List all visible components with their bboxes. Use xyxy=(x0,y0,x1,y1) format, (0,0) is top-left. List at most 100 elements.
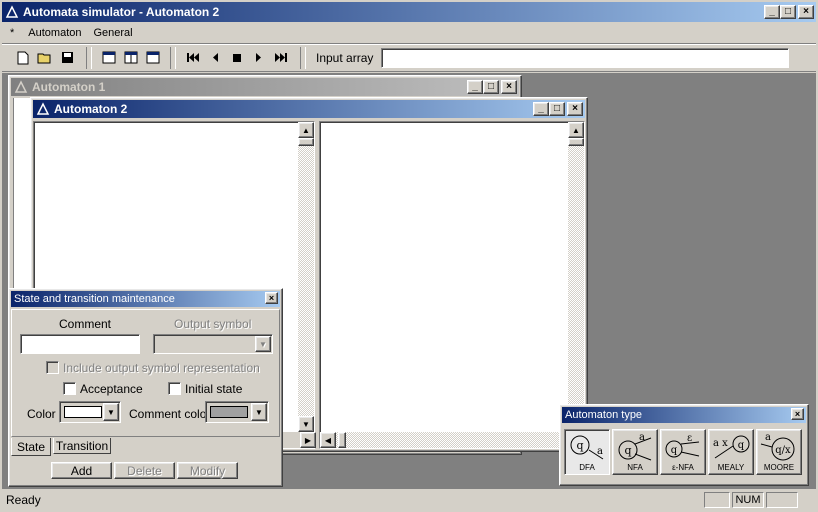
automaton2-maximize-button[interactable]: □ xyxy=(549,102,565,116)
acceptance-checkbox[interactable] xyxy=(63,382,76,395)
close-button[interactable]: × xyxy=(798,5,814,19)
automaton2-titlebar[interactable]: Automaton 2 _ □ × xyxy=(33,100,585,118)
svg-text:a: a xyxy=(765,432,771,443)
include-output-checkbox[interactable] xyxy=(46,361,59,374)
state-panel[interactable]: State and transition maintenance × Comme… xyxy=(8,288,283,487)
comment-color-label: Comment color xyxy=(129,407,211,421)
input-array-label: Input array xyxy=(316,50,374,65)
next-step-icon[interactable] xyxy=(248,47,270,69)
automaton1-titlebar[interactable]: Automaton 1 _ □ × xyxy=(11,78,519,96)
output-symbol-dropdown-icon[interactable]: ▼ xyxy=(255,336,271,352)
layout-single-icon[interactable] xyxy=(98,47,120,69)
toolbar: Input array xyxy=(2,43,816,72)
scroll-right-button[interactable]: ▶ xyxy=(300,432,316,448)
graph-pane-vscrollbar[interactable]: ▲ ▼ xyxy=(298,122,314,432)
nfa-icon: qa xyxy=(618,432,652,461)
open-folder-icon[interactable] xyxy=(34,47,56,69)
color-label: Color xyxy=(27,407,56,421)
comment-label: Comment xyxy=(59,317,112,331)
tab-transition-label: Transition xyxy=(55,438,109,453)
automaton1-maximize-button[interactable]: □ xyxy=(483,80,499,94)
stop-icon[interactable] xyxy=(226,47,248,69)
dfa-icon: qa xyxy=(570,435,604,460)
delete-button-label: Delete xyxy=(127,463,162,478)
acceptance-label: Acceptance xyxy=(80,382,143,396)
output-symbol-label: Output symbol xyxy=(174,317,252,331)
comment-input[interactable] xyxy=(20,334,140,354)
new-file-icon[interactable] xyxy=(12,47,34,69)
input-array-field[interactable] xyxy=(381,47,790,68)
automaton-type-titlebar[interactable]: Automaton type × xyxy=(562,407,806,423)
color-dropdown-icon[interactable]: ▼ xyxy=(103,403,119,421)
moore-icon: q/x a xyxy=(760,432,795,461)
menu-bar: * Automaton General xyxy=(2,23,816,42)
scroll-down-button[interactable]: ▼ xyxy=(298,416,314,432)
menu-general[interactable]: General xyxy=(87,27,138,39)
comment-color-dropdown-icon[interactable]: ▼ xyxy=(251,403,267,421)
layout-full-icon[interactable] xyxy=(142,47,164,69)
svg-text:q: q xyxy=(738,440,745,451)
type-moore-label: MOORE xyxy=(763,463,795,472)
automaton-type-panel[interactable]: Automaton type × qa DFA qa NFA qε ε-NFA … xyxy=(559,404,809,486)
state-panel-close-button[interactable]: × xyxy=(265,292,278,304)
menu-general-label: General xyxy=(93,26,133,39)
status-panel-3 xyxy=(766,492,798,508)
table-scroll-left-button[interactable]: ◀ xyxy=(320,432,336,448)
app-titlebar[interactable]: Automata simulator - Automaton 2 _ □ × xyxy=(2,2,816,22)
color-select[interactable]: ▼ xyxy=(59,401,121,423)
type-enfa-button[interactable]: qε ε-NFA xyxy=(660,429,706,475)
output-symbol-select[interactable]: ▼ xyxy=(153,334,273,354)
type-nfa-button[interactable]: qa NFA xyxy=(612,429,658,475)
prev-step-icon[interactable] xyxy=(204,47,226,69)
table-pane-hscrollbar[interactable]: ◀ xyxy=(320,432,570,448)
first-step-icon[interactable] xyxy=(182,47,204,69)
svg-text:a x: a x xyxy=(713,438,728,449)
automaton2-close-button[interactable]: × xyxy=(567,102,583,116)
table-pane-vscrollbar[interactable]: ▲ xyxy=(568,122,584,432)
automaton2-icon xyxy=(36,102,50,116)
tab-transition[interactable]: Transition xyxy=(53,438,111,454)
svg-text:q: q xyxy=(624,444,631,457)
status-panel-1 xyxy=(704,492,730,508)
maximize-button[interactable]: □ xyxy=(780,5,796,19)
menu-automaton[interactable]: Automaton xyxy=(22,27,87,39)
type-mealy-label: MEALY xyxy=(717,463,745,472)
automaton-type-title: Automaton type xyxy=(565,409,643,421)
app-icon xyxy=(5,5,19,19)
type-moore-button[interactable]: q/x a MOORE xyxy=(756,429,802,475)
mealy-icon: qa x xyxy=(713,435,750,459)
automaton1-close-button[interactable]: × xyxy=(501,80,517,94)
layout-split-icon[interactable] xyxy=(120,47,142,69)
table-scroll-thumb[interactable] xyxy=(568,138,584,146)
scroll-thumb[interactable] xyxy=(298,138,314,146)
automaton2-title: Automaton 2 xyxy=(54,102,128,116)
system-menu[interactable]: * xyxy=(2,27,22,39)
minimize-button[interactable]: _ xyxy=(764,5,780,19)
modify-button[interactable]: Modify xyxy=(177,462,238,479)
status-num-label: NUM xyxy=(735,494,761,506)
type-dfa-label: DFA xyxy=(579,463,595,472)
automaton1-title: Automaton 1 xyxy=(32,80,106,94)
menu-automaton-label: Automaton xyxy=(28,26,82,39)
delete-button[interactable]: Delete xyxy=(114,462,175,479)
last-step-icon[interactable] xyxy=(270,47,292,69)
svg-text:q/x: q/x xyxy=(775,445,791,456)
state-panel-title: State and transition maintenance xyxy=(14,293,175,305)
save-icon[interactable] xyxy=(56,47,78,69)
automaton2-table-pane[interactable]: ▲ ◀ xyxy=(319,121,585,449)
tab-state[interactable]: State xyxy=(11,438,51,456)
add-button[interactable]: Add xyxy=(51,462,112,479)
automaton-type-close-button[interactable]: × xyxy=(791,408,804,420)
table-scroll-up-button[interactable]: ▲ xyxy=(568,122,584,138)
initial-state-checkbox[interactable] xyxy=(168,382,181,395)
scroll-up-button[interactable]: ▲ xyxy=(298,122,314,138)
comment-color-select[interactable]: ▼ xyxy=(205,401,269,423)
automaton2-minimize-button[interactable]: _ xyxy=(533,102,549,116)
type-dfa-button[interactable]: qa DFA xyxy=(564,429,610,475)
table-hscroll-thumb[interactable] xyxy=(338,432,346,448)
app-title: Automata simulator - Automaton 2 xyxy=(23,5,220,19)
type-mealy-button[interactable]: q a x MEALY xyxy=(708,429,754,475)
automaton1-minimize-button[interactable]: _ xyxy=(467,80,483,94)
state-panel-titlebar[interactable]: State and transition maintenance × xyxy=(11,291,280,307)
status-bar: Ready NUM xyxy=(2,490,816,510)
